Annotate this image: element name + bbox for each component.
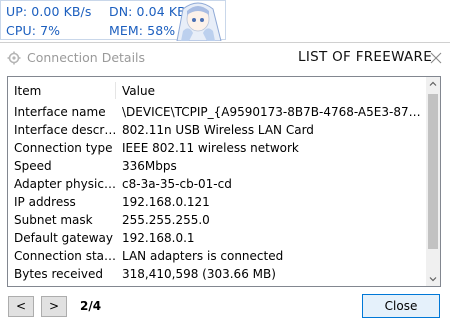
previous-page-button[interactable]: < — [8, 296, 34, 317]
page-indicator: 2/4 — [80, 299, 102, 313]
list-item[interactable]: Bytes received 318,410,598 (303.66 MB) — [8, 265, 428, 283]
connection-details-dialog: Connection Details LIST OF FREEWARE Item… — [0, 42, 450, 327]
item-name: Speed — [14, 159, 52, 173]
upload-speed: UP: 0.00 KB/s — [6, 4, 92, 19]
memory-usage: MEM: 58% — [109, 23, 176, 38]
scroll-down-icon[interactable] — [426, 272, 440, 286]
list-item[interactable]: Connection status LAN adapters is connect… — [8, 247, 428, 265]
item-value: \DEVICE\TCPIP_{A9590173-8B7B-4768-A5E3-8… — [122, 105, 426, 119]
item-name: Adapter physical ... — [14, 177, 118, 191]
column-header-item[interactable]: Item — [14, 84, 41, 98]
vertical-scrollbar[interactable] — [426, 77, 440, 286]
mascot-image — [176, 2, 222, 41]
item-value: 336Mbps — [122, 159, 177, 173]
item-value: 192.168.0.121 — [122, 195, 210, 209]
gear-icon — [7, 51, 21, 65]
item-name: IP address — [14, 195, 76, 209]
watermark-text: LIST OF FREEWARE — [298, 49, 433, 65]
column-divider[interactable] — [115, 82, 116, 99]
list-item[interactable]: Interface name \DEVICE\TCPIP_{A9590173-8B… — [8, 103, 428, 121]
close-button[interactable]: Close — [362, 294, 440, 318]
column-header-value[interactable]: Value — [122, 84, 155, 98]
item-value: 255.255.255.0 — [122, 213, 210, 227]
item-name: Bytes received — [14, 267, 103, 281]
item-name: Connection type — [14, 141, 113, 155]
list-item[interactable]: Default gateway 192.168.0.1 — [8, 229, 428, 247]
item-name: Default gateway — [14, 231, 113, 245]
list-item[interactable]: Speed 336Mbps — [8, 157, 428, 175]
item-value: c8-3a-35-cb-01-cd — [122, 177, 232, 191]
list-item[interactable]: Subnet mask 255.255.255.0 — [8, 211, 428, 229]
scrollbar-thumb[interactable] — [428, 94, 438, 249]
list-header: Item Value — [8, 77, 428, 103]
scroll-up-icon[interactable] — [426, 77, 440, 91]
item-name: Connection status — [14, 249, 118, 263]
details-list[interactable]: Item Value Interface name \DEVICE\TCPIP_{… — [7, 76, 441, 287]
item-value: LAN adapters is connected — [122, 249, 284, 263]
next-page-button[interactable]: > — [41, 296, 67, 317]
item-name: Interface name — [14, 105, 106, 119]
item-name: Subnet mask — [14, 213, 93, 227]
title-bar[interactable]: Connection Details LIST OF FREEWARE — [0, 43, 450, 73]
list-item[interactable]: Adapter physical ... c8-3a-35-cb-01-cd — [8, 175, 428, 193]
list-item[interactable]: Connection type IEEE 802.11 wireless netw… — [8, 139, 428, 157]
list-rows: Interface name \DEVICE\TCPIP_{A9590173-8B… — [8, 103, 428, 283]
list-item[interactable]: IP address 192.168.0.121 — [8, 193, 428, 211]
list-item[interactable]: Interface descripti... 802.11n USB Wirele… — [8, 121, 428, 139]
close-icon[interactable] — [428, 50, 444, 66]
item-value: 192.168.0.1 — [122, 231, 195, 245]
item-value: 318,410,598 (303.66 MB) — [122, 267, 276, 281]
window-title: Connection Details — [27, 50, 146, 65]
item-name: Interface descripti... — [14, 123, 118, 137]
item-value: 802.11n USB Wireless LAN Card — [122, 123, 314, 137]
cpu-usage: CPU: 7% — [6, 23, 61, 38]
item-value: IEEE 802.11 wireless network — [122, 141, 299, 155]
traffic-monitor-widget[interactable]: UP: 0.00 KB/s DN: 0.04 KB/s CPU: 7% MEM:… — [0, 0, 226, 41]
